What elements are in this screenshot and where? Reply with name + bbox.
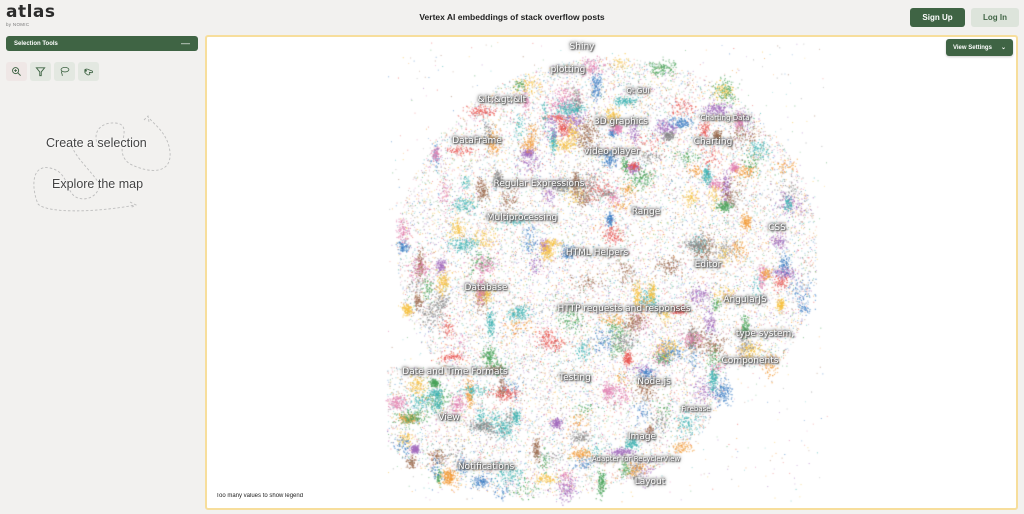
- chevron-down-icon: ⌄: [1000, 45, 1006, 51]
- logo-wordmark: atlas: [6, 2, 56, 22]
- hint-explore-map: Explore the map: [52, 177, 144, 191]
- view-settings-label: View Settings: [953, 44, 992, 51]
- page-title: Vertex AI embeddings of stack overflow p…: [419, 12, 605, 22]
- zoom-select-tool[interactable]: [6, 62, 27, 81]
- magnifier-plus-icon: [12, 67, 21, 76]
- cursor-select-tool[interactable]: [78, 62, 99, 81]
- funnel-icon: [35, 67, 46, 77]
- selection-tools-label: Selection Tools: [14, 40, 58, 47]
- selection-tools-header[interactable]: Selection Tools —: [6, 36, 198, 51]
- dashed-arrows-decoration: [33, 115, 171, 212]
- log-in-button[interactable]: Log In: [971, 8, 1019, 27]
- hint-create-selection: Create a selection: [46, 136, 147, 150]
- top-bar: atlas by NOMIC Vertex AI embeddings of s…: [0, 0, 1024, 34]
- atlas-logo[interactable]: atlas by NOMIC: [6, 3, 56, 27]
- scatter-points-canvas[interactable]: [207, 37, 1016, 508]
- sign-up-button[interactable]: Sign Up: [910, 8, 965, 27]
- view-settings-button[interactable]: View Settings ⌄: [946, 39, 1013, 56]
- embedding-map[interactable]: Shiny plotting Qt GUI &lt;&gt;&lt 3D graphic…: [205, 35, 1018, 510]
- filter-tool[interactable]: [30, 62, 51, 81]
- logo-byline: by NOMIC: [6, 22, 30, 27]
- collapse-icon[interactable]: —: [181, 39, 190, 48]
- lasso-tool[interactable]: [54, 62, 75, 81]
- sidebar: Selection Tools — Create a selection Exp…: [0, 34, 204, 514]
- legend-note: Too many values to show legend: [216, 493, 304, 499]
- selection-hint: Create a selection Explore the map: [20, 112, 200, 222]
- lasso-icon: [60, 66, 70, 76]
- hand-pointer-icon: [84, 68, 94, 76]
- selection-toolbar: [6, 62, 99, 81]
